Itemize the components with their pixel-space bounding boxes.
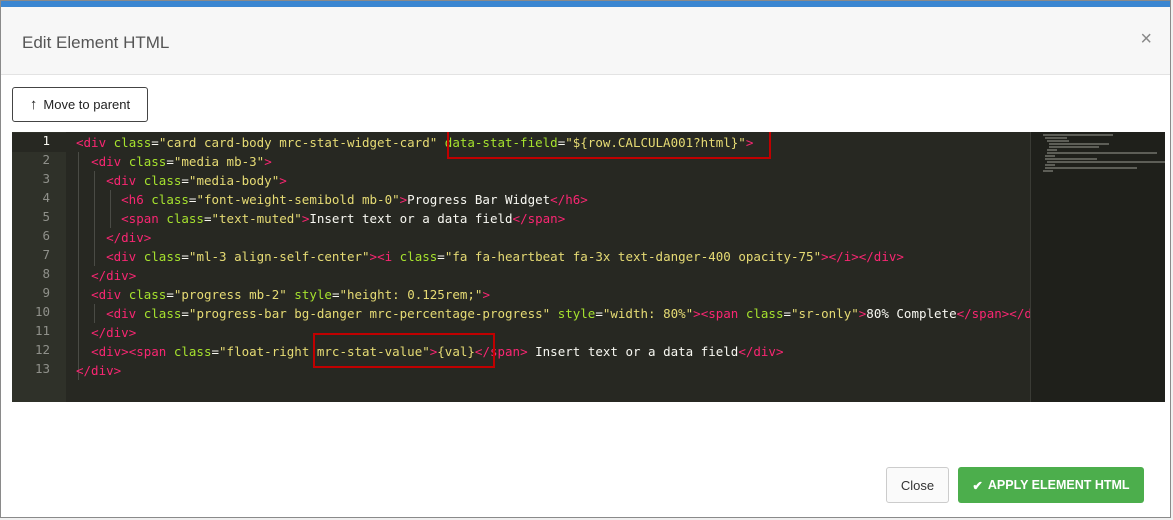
minimap-line: [1043, 134, 1113, 136]
dialog-header: Edit Element HTML ×: [1, 7, 1170, 75]
code-area[interactable]: <div class="card card-body mrc-stat-widg…: [12, 132, 1030, 402]
code-line: <div class="ml-3 align-self-center"><i c…: [106, 249, 904, 264]
code-line: <h6 class="font-weight-semibold mb-0">Pr…: [121, 192, 588, 207]
code-line: </div>: [76, 363, 122, 378]
minimap-line: [1049, 143, 1109, 145]
minimap-line: [1045, 167, 1137, 169]
minimap-line: [1045, 158, 1097, 160]
apply-element-html-label: APPLY ELEMENT HTML: [987, 478, 1130, 492]
code-line: <span class="text-muted">Insert text or …: [121, 211, 566, 226]
code-line: <div class="media mb-3">: [91, 154, 272, 169]
close-button[interactable]: Close: [886, 467, 949, 503]
highlight-box-stat-value: [313, 333, 495, 368]
code-line: </div>: [106, 230, 152, 245]
move-to-parent-button[interactable]: ↑ Move to parent: [12, 87, 148, 122]
checkmark-icon: ✔: [972, 478, 983, 493]
code-line: </div>: [91, 268, 137, 283]
code-line: <div class="progress-bar bg-danger mrc-p…: [106, 306, 1030, 321]
minimap-line: [1045, 164, 1055, 166]
minimap-line: [1047, 152, 1157, 154]
code-editor[interactable]: 1 2 3 4 5 6 7 8 9 10 11 12 13 <div class…: [12, 132, 1165, 402]
arrow-up-icon: ↑: [29, 96, 38, 113]
code-line: <div class="media-body">: [106, 173, 287, 188]
highlight-box-data-stat-field: [447, 132, 771, 159]
apply-element-html-button[interactable]: ✔ APPLY ELEMENT HTML: [958, 467, 1144, 503]
minimap-line: [1049, 146, 1099, 148]
minimap-line: [1043, 170, 1053, 172]
edit-element-html-dialog: Edit Element HTML × ↑ Move to parent 1 2…: [0, 0, 1171, 518]
minimap-line: [1045, 137, 1067, 139]
minimap-line: [1047, 140, 1069, 142]
minimap-line: [1047, 149, 1057, 151]
move-to-parent-label: Move to parent: [43, 97, 131, 112]
code-line: <div class="progress mb-2" style="height…: [91, 287, 490, 302]
code-line: </div>: [91, 325, 137, 340]
minimap-line: [1045, 155, 1055, 157]
minimap-line: [1047, 161, 1165, 163]
dialog-title: Edit Element HTML: [22, 33, 170, 52]
close-icon[interactable]: ×: [1140, 29, 1152, 49]
code-minimap[interactable]: [1030, 132, 1165, 402]
